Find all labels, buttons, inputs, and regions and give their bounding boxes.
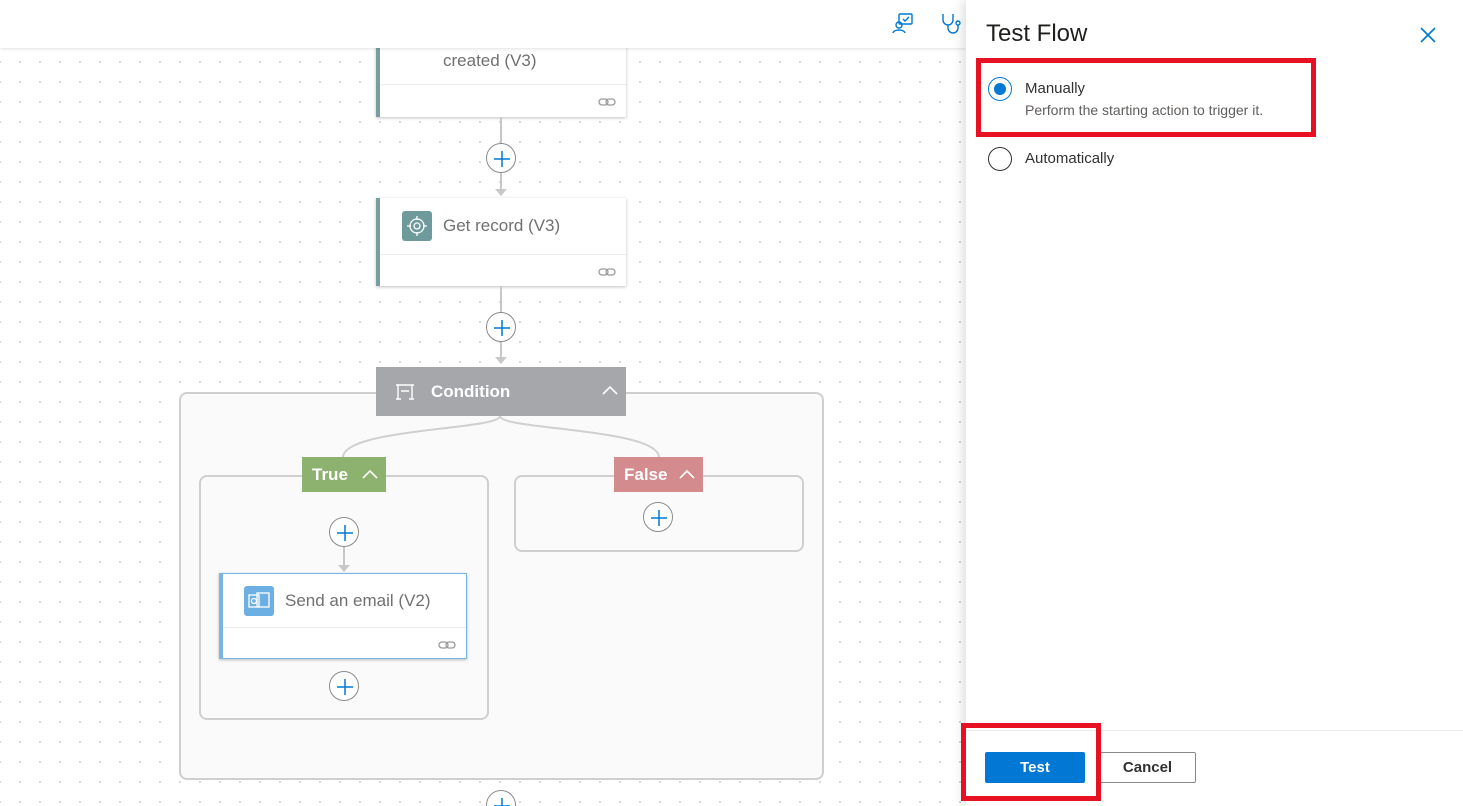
plus-icon <box>337 525 353 541</box>
plus-icon <box>494 320 510 336</box>
panel-title: Test Flow <box>986 20 1088 47</box>
top-toolbar <box>0 0 966 48</box>
send-email-card[interactable]: Send an email (V2) <box>219 573 467 659</box>
condition-title: Condition <box>431 381 511 401</box>
radio-description-manually: Perform the starting action to trigger i… <box>1025 102 1264 118</box>
chevron-up-icon[interactable] <box>362 469 378 479</box>
test-flow-panel: Test Flow Manually Perform the starting … <box>966 0 1463 806</box>
stethoscope-icon[interactable] <box>938 10 964 36</box>
outlook-icon <box>244 585 274 616</box>
radio-button-manually[interactable] <box>988 77 1012 101</box>
link-icon[interactable] <box>598 95 616 109</box>
connector-line <box>343 547 345 567</box>
false-branch-label: False <box>624 464 668 484</box>
insert-step-button[interactable] <box>643 502 673 532</box>
cancel-button[interactable]: Cancel <box>1099 752 1196 783</box>
plus-icon <box>337 679 353 695</box>
false-branch-header[interactable]: False <box>614 457 703 492</box>
radio-label-manually: Manually <box>1025 80 1086 97</box>
chevron-up-icon[interactable] <box>602 385 618 395</box>
test-button[interactable]: Test <box>985 752 1085 783</box>
trigger-card-title: created (V3) <box>443 51 537 70</box>
radio-automatically[interactable]: Automatically <box>988 147 1114 171</box>
true-branch-header[interactable]: True <box>302 457 386 492</box>
plus-icon <box>651 510 667 526</box>
dataverse-icon <box>402 211 432 241</box>
connector-arrow <box>338 565 350 572</box>
card-footer <box>380 84 626 116</box>
insert-step-button[interactable] <box>486 790 516 806</box>
insert-step-button[interactable] <box>486 143 516 173</box>
radio-label-automatically: Automatically <box>1025 150 1115 167</box>
link-icon[interactable] <box>598 265 616 279</box>
insert-step-button[interactable] <box>329 671 359 701</box>
insert-step-button[interactable] <box>486 312 516 342</box>
close-icon[interactable] <box>1419 26 1437 44</box>
plus-icon <box>494 798 510 806</box>
get-record-card-title: Get record (V3) <box>443 216 561 235</box>
card-footer <box>380 254 626 286</box>
plus-icon <box>494 151 510 167</box>
send-email-card-title: Send an email (V2) <box>285 590 431 610</box>
radio-button-automatically[interactable] <box>988 147 1012 171</box>
card-footer <box>223 627 466 659</box>
flow-checker-icon[interactable] <box>890 10 916 36</box>
radio-manually[interactable]: Manually Perform the starting action to … <box>988 77 1263 118</box>
chevron-up-icon[interactable] <box>679 469 695 479</box>
condition-icon <box>396 383 414 400</box>
get-record-card[interactable]: Get record (V3) <box>376 198 626 286</box>
connector-arrow <box>495 357 507 364</box>
connector-arrow <box>495 189 507 196</box>
condition-header[interactable]: Condition <box>376 367 626 416</box>
link-icon[interactable] <box>438 638 456 652</box>
flow-canvas[interactable]: created (V3) Get record (V3) Condition T… <box>0 0 966 806</box>
true-branch-label: True <box>312 464 348 484</box>
insert-step-button[interactable] <box>329 517 359 547</box>
panel-footer: Test Cancel <box>966 730 1463 806</box>
